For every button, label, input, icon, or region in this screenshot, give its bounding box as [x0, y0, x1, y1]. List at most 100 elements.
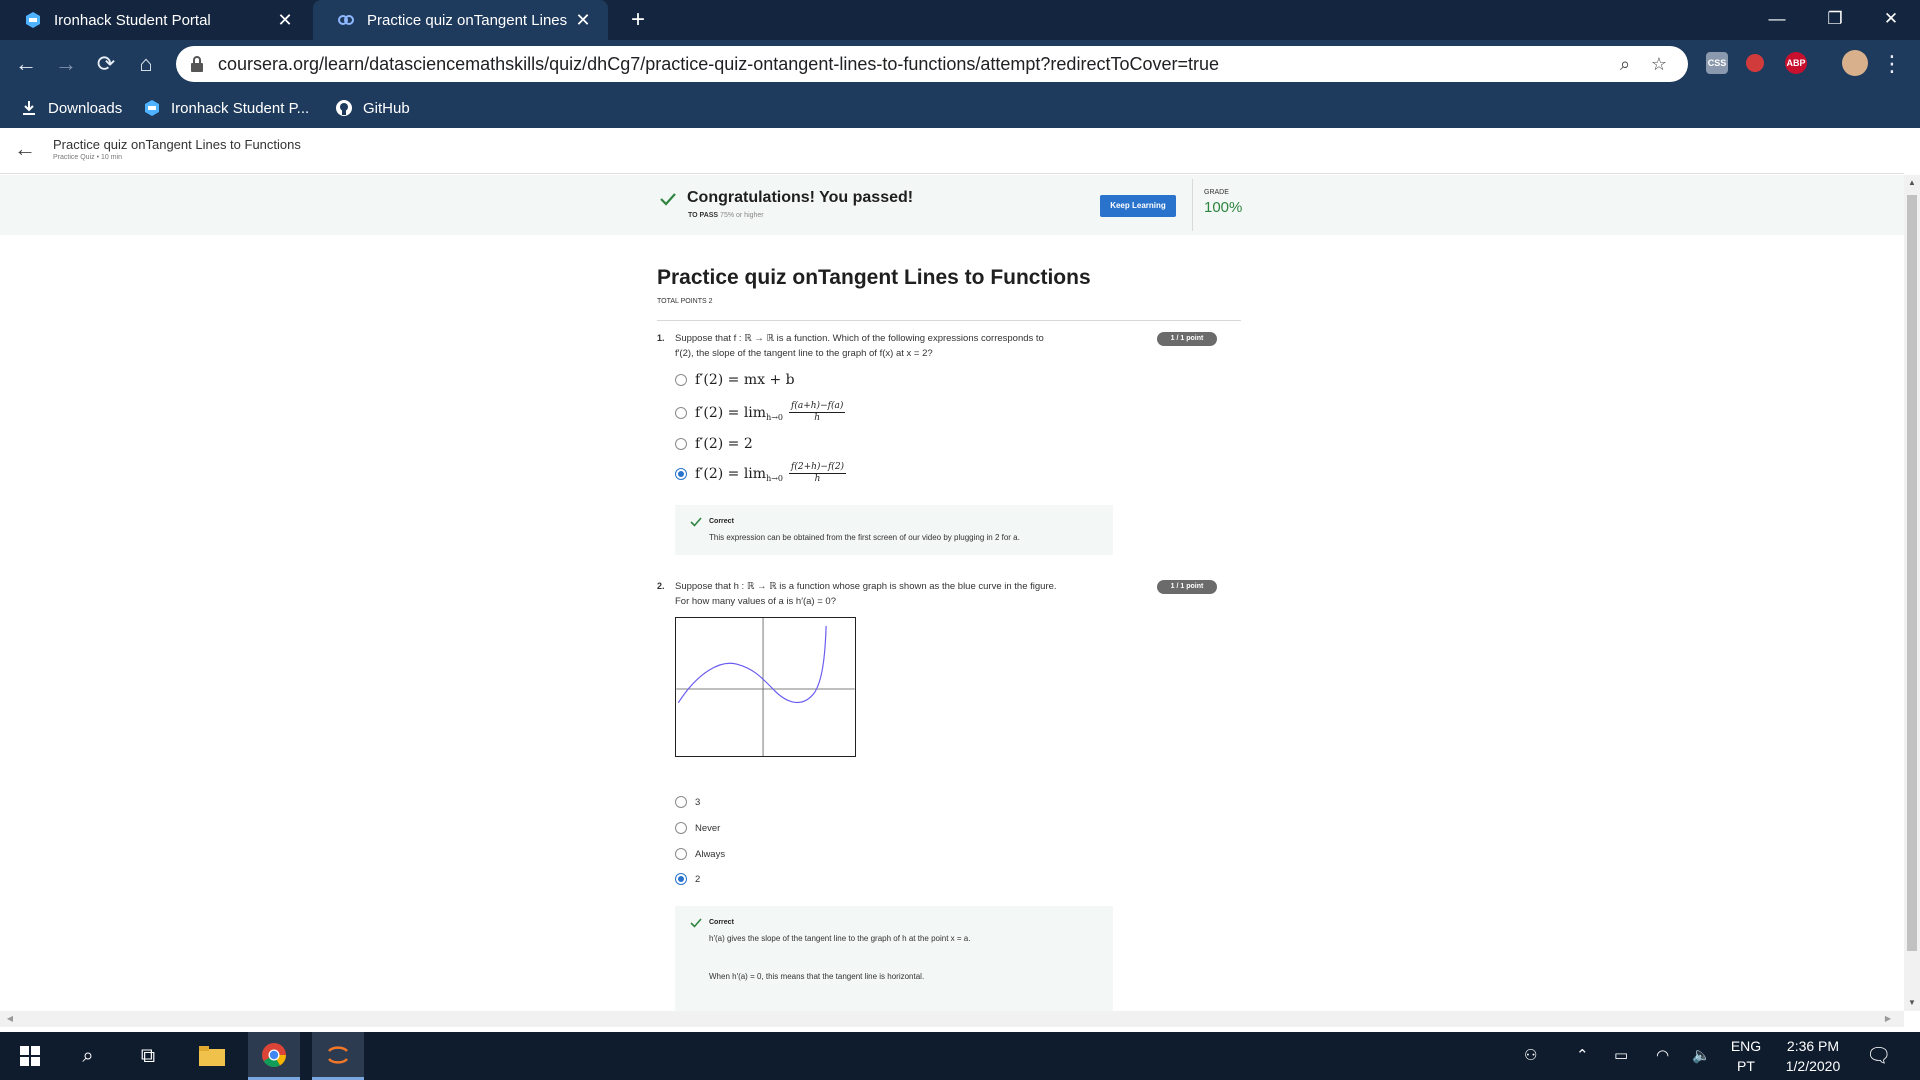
download-icon	[23, 101, 35, 115]
language-indicator[interactable]: ENG PT	[1726, 1036, 1766, 1076]
function-graph-image	[675, 617, 856, 757]
option-label: f′(2) = 2	[695, 436, 753, 452]
scroll-down-arrow-icon[interactable]: ▼	[1904, 995, 1920, 1011]
search-icon[interactable]: ⌕	[62, 1032, 114, 1080]
profile-avatar[interactable]	[1842, 50, 1868, 76]
wifi-icon[interactable]: ◠	[1656, 1046, 1669, 1064]
fraction-denominator: h	[814, 413, 821, 423]
question-text-line: f′(2), the slope of the tangent line to …	[675, 348, 933, 359]
radio-button[interactable]	[675, 406, 687, 419]
keep-learning-button[interactable]: Keep Learning	[1100, 195, 1176, 217]
clock-date: 1/2/2020	[1785, 1058, 1841, 1074]
css-extension-icon[interactable]: CSS	[1706, 52, 1728, 74]
restore-icon[interactable]: ❐	[1806, 0, 1864, 40]
page-subtitle: Practice Quiz • 10 min	[53, 154, 122, 161]
radio-button[interactable]	[675, 796, 687, 808]
option-label: f′(2) = mx + b	[695, 372, 795, 388]
points-badge: 1 / 1 point	[1157, 332, 1217, 346]
feedback-text: h′(a) gives the slope of the tangent lin…	[709, 934, 971, 943]
fraction-denominator: h	[814, 474, 821, 484]
radio-button[interactable]	[675, 848, 687, 860]
answer-option[interactable]: Never	[675, 822, 720, 834]
folder-icon	[199, 1046, 225, 1066]
horizontal-scrollbar[interactable]: ◀ ▶	[0, 1011, 1904, 1027]
zoom-icon[interactable]: ⌕	[1614, 53, 1636, 75]
bookmark-ironhack[interactable]: Ironhack Student P...	[143, 98, 309, 118]
chrome-taskbar-icon[interactable]	[248, 1032, 300, 1080]
tab-coursera-quiz[interactable]: Practice quiz onTangent Lines to ✕	[313, 0, 608, 40]
jupyter-taskbar-icon[interactable]	[312, 1032, 364, 1080]
vertical-scrollbar[interactable]: ▲ ▼	[1904, 175, 1920, 1011]
option-label: 3	[695, 796, 701, 808]
bookmark-github[interactable]: GitHub	[335, 98, 410, 118]
coursera-icon	[338, 15, 354, 25]
minimize-icon[interactable]: —	[1748, 0, 1806, 40]
page-title: Practice quiz onTangent Lines to Functio…	[53, 137, 301, 152]
chevron-up-icon[interactable]: ⌃	[1576, 1046, 1589, 1064]
question-text-line: For how many values of a is h′(a) = 0?	[675, 596, 836, 607]
close-tab-icon[interactable]: ✕	[270, 10, 300, 31]
task-view-icon[interactable]: ⧉	[122, 1032, 174, 1080]
windows-start-icon[interactable]	[4, 1032, 56, 1080]
volume-icon[interactable]: 🔈	[1692, 1046, 1711, 1064]
address-bar[interactable]: coursera.org/learn/datasciencemathskills…	[176, 46, 1688, 82]
radio-button-selected[interactable]	[675, 467, 687, 480]
radio-button[interactable]	[675, 374, 687, 386]
close-window-icon[interactable]: ✕	[1862, 0, 1920, 40]
answer-option[interactable]: f′(2) = 2	[675, 436, 753, 452]
feedback-title: Correct	[709, 919, 734, 926]
close-tab-icon[interactable]: ✕	[568, 10, 598, 31]
chrome-icon	[262, 1042, 286, 1067]
scrollbar-thumb[interactable]	[1907, 195, 1917, 951]
radio-button-selected[interactable]	[675, 873, 687, 885]
answer-option[interactable]: 3	[675, 796, 700, 808]
radio-button[interactable]	[675, 438, 687, 450]
record-extension-icon[interactable]	[1746, 54, 1764, 72]
jupyter-icon	[328, 1045, 348, 1064]
people-icon[interactable]: ⚇	[1524, 1046, 1537, 1064]
quiz-page-header: ← Practice quiz onTangent Lines to Funct…	[0, 128, 1904, 174]
answer-option[interactable]: Always	[675, 848, 725, 860]
answer-option[interactable]: f′(2) = lim h→0 f(a+h)−f(a) h	[675, 401, 846, 424]
to-pass-label: TO PASS	[688, 212, 719, 219]
to-pass-info: TO PASS 75% or higher	[688, 212, 764, 219]
total-points: TOTAL POINTS 2	[657, 298, 713, 305]
option-label: f′(2) = lim h→0 f(2+h)−f(2) h	[695, 462, 847, 485]
check-icon	[690, 517, 702, 527]
file-explorer-icon[interactable]	[186, 1032, 238, 1080]
browser-toolbar: ← → ⟳ ⌂ coursera.org/learn/datasciencema…	[0, 40, 1920, 88]
scroll-up-arrow-icon[interactable]: ▲	[1904, 175, 1920, 191]
bookmark-downloads[interactable]: Downloads	[20, 98, 122, 118]
answer-option-selected[interactable]: 2	[675, 873, 700, 885]
option-label: 2	[695, 873, 701, 885]
passed-message: Congratulations! You passed!	[687, 189, 914, 206]
feedback-correct: Correct h′(a) gives the slope of the tan…	[675, 906, 1113, 1011]
chrome-menu-icon[interactable]: ⋮	[1876, 48, 1908, 80]
system-clock[interactable]: 2:36 PM 1/2/2020	[1776, 1036, 1850, 1076]
new-tab-button[interactable]: +	[624, 6, 652, 34]
bookmark-star-icon[interactable]: ☆	[1648, 53, 1670, 75]
fraction: f(a+h)−f(a) h	[789, 401, 846, 424]
language-code: ENG	[1730, 1038, 1762, 1054]
back-arrow-icon[interactable]: ←	[14, 137, 38, 161]
limit-subscript: h→0	[766, 413, 784, 422]
answer-option-selected[interactable]: f′(2) = lim h→0 f(2+h)−f(2) h	[675, 462, 847, 485]
adblock-extension-icon[interactable]: ABP	[1785, 52, 1807, 74]
notifications-icon[interactable]: 🗨	[1866, 1043, 1891, 1068]
url-text[interactable]: coursera.org/learn/datasciencemathskills…	[218, 54, 1219, 75]
scroll-right-arrow-icon[interactable]: ▶	[1880, 1011, 1896, 1027]
back-arrow-icon[interactable]: ←	[10, 48, 42, 80]
home-icon[interactable]: ⌂	[130, 48, 162, 80]
scroll-left-arrow-icon[interactable]: ◀	[2, 1011, 18, 1027]
radio-button[interactable]	[675, 822, 687, 834]
option-math: f′(2) = mx + b	[695, 372, 795, 388]
feedback-text: When h′(a) = 0, this means that the tang…	[709, 972, 925, 981]
passed-banner: Congratulations! You passed! TO PASS 75%…	[0, 175, 1904, 235]
reload-icon[interactable]: ⟳	[90, 48, 122, 80]
forward-arrow-icon[interactable]: →	[50, 48, 82, 80]
check-icon	[660, 193, 676, 206]
battery-icon[interactable]: ▭	[1614, 1046, 1628, 1064]
tab-ironhack[interactable]: Ironhack Student Portal ✕	[0, 0, 310, 40]
tab-title: Ironhack Student Portal	[54, 11, 211, 29]
answer-option[interactable]: f′(2) = mx + b	[675, 372, 795, 388]
